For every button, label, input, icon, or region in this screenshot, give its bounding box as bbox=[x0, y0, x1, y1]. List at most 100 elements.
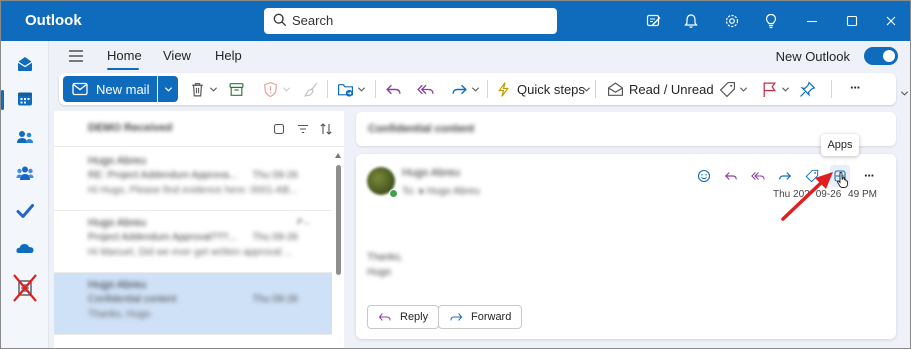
categorize-button[interactable] bbox=[719, 79, 748, 99]
read-unread-button[interactable]: Read / Unread bbox=[607, 79, 714, 99]
search-placeholder: Search bbox=[292, 13, 334, 28]
reply-icon bbox=[378, 313, 391, 321]
folder-title: DEMO Received bbox=[88, 122, 173, 134]
more-label: ··· bbox=[864, 167, 875, 183]
archive-button[interactable] bbox=[228, 79, 245, 99]
smiley-icon bbox=[697, 169, 711, 183]
sort-icon[interactable] bbox=[319, 122, 333, 136]
maximize-icon[interactable] bbox=[842, 11, 862, 31]
hamburger-icon[interactable] bbox=[67, 48, 85, 64]
folder-move-icon bbox=[338, 83, 353, 97]
calendar-icon[interactable] bbox=[13, 87, 37, 111]
shield-icon bbox=[264, 81, 277, 97]
onedrive-icon[interactable] bbox=[13, 236, 37, 260]
flag-icon bbox=[763, 81, 777, 97]
office-app-icon[interactable] bbox=[12, 273, 38, 303]
list-item[interactable]: Hugo Abreu RE: Project Addendum Approva.… bbox=[54, 149, 332, 211]
chevron-down-icon bbox=[164, 87, 173, 92]
close-icon[interactable] bbox=[881, 11, 901, 31]
reply-action-button[interactable] bbox=[722, 167, 740, 185]
reading-sender[interactable]: Hugo Abreu bbox=[402, 167, 460, 179]
reply-all-action-button[interactable] bbox=[749, 167, 767, 185]
new-mail-dropdown[interactable] bbox=[158, 76, 178, 102]
ribbon-separator bbox=[831, 80, 832, 98]
list-item-selected[interactable]: Hugo Abreu Confidential content Thu 09-2… bbox=[54, 273, 332, 335]
read-unread-label: Read / Unread bbox=[629, 81, 714, 97]
reply-button-bottom[interactable]: Reply bbox=[367, 305, 440, 329]
pin-button[interactable] bbox=[799, 79, 816, 99]
scroll-up-icon[interactable] bbox=[335, 153, 341, 158]
message-subject: Project Addendum Approval???... bbox=[88, 232, 237, 243]
mail-icon[interactable] bbox=[13, 52, 37, 76]
toggle-knob bbox=[883, 50, 895, 62]
ribbon-separator bbox=[327, 80, 328, 98]
people-icon[interactable] bbox=[13, 125, 37, 149]
chevron-down-icon bbox=[781, 86, 790, 92]
message-list-header: DEMO Received bbox=[54, 111, 344, 147]
trash-icon bbox=[192, 82, 203, 96]
message-list: DEMO Received Hugo Abreu RE: Project Add… bbox=[54, 111, 344, 348]
reply-icon bbox=[386, 84, 401, 94]
chevron-down-icon bbox=[582, 86, 591, 92]
new-outlook-toggle[interactable] bbox=[864, 47, 898, 65]
message-subject: RE: Project Addendum Approva... bbox=[88, 170, 237, 181]
reply-button[interactable] bbox=[385, 79, 402, 99]
todo-icon[interactable] bbox=[13, 199, 37, 223]
scroll-thumb[interactable] bbox=[336, 165, 341, 275]
message-preview: Hi Hugo, Please find evidence here: 0001… bbox=[88, 185, 298, 196]
more-button[interactable]: ··· bbox=[845, 77, 861, 97]
emoji-react-button[interactable] bbox=[695, 167, 713, 185]
title-bar: Outlook Search bbox=[1, 1, 910, 41]
reading-recipients: To: ● Hugo Abreu bbox=[402, 186, 480, 197]
quick-steps-label: Quick steps bbox=[517, 81, 585, 97]
bell-icon[interactable] bbox=[681, 11, 701, 31]
outlook-window: Outlook Search Home View Help New Outloo… bbox=[0, 0, 911, 349]
sweep-button[interactable] bbox=[303, 79, 320, 99]
tab-view[interactable]: View bbox=[163, 48, 191, 63]
forward-button[interactable] bbox=[451, 79, 480, 99]
message-more-button[interactable]: ··· bbox=[860, 166, 878, 184]
list-item[interactable]: Hugo Abreu P← Project Addendum Approval?… bbox=[54, 211, 332, 273]
new-mail-button[interactable]: New mail bbox=[63, 76, 157, 102]
quick-steps-dropdown[interactable] bbox=[579, 79, 591, 99]
ribbon-separator bbox=[487, 80, 488, 98]
flag-button[interactable] bbox=[761, 79, 790, 99]
reply-all-icon bbox=[417, 84, 434, 94]
message-date: Thu 09-26 bbox=[252, 294, 298, 305]
message-date: Thu 09-26 bbox=[252, 170, 298, 181]
select-icon[interactable] bbox=[272, 122, 286, 136]
ribbon-separator bbox=[595, 80, 596, 98]
minimize-icon[interactable] bbox=[802, 11, 822, 31]
gear-icon[interactable] bbox=[722, 11, 742, 31]
menu-row: Home View Help New Outlook bbox=[49, 41, 910, 71]
lightning-icon bbox=[498, 81, 509, 97]
tab-home[interactable]: Home bbox=[107, 48, 142, 63]
message-flag: P← bbox=[296, 217, 312, 227]
quick-steps-button[interactable]: Quick steps bbox=[495, 79, 585, 99]
forward-button-bottom[interactable]: Forward bbox=[438, 305, 523, 329]
search-box[interactable]: Search bbox=[264, 8, 557, 34]
app-title: Outlook bbox=[25, 12, 82, 29]
message-preview: Thanks, Hugo bbox=[88, 309, 151, 320]
list-scrollbar[interactable] bbox=[335, 149, 342, 348]
chevron-down-icon bbox=[357, 86, 366, 92]
body-line: Hugo bbox=[367, 267, 391, 278]
delete-button[interactable] bbox=[189, 79, 218, 99]
ribbon-expand-chevron-icon[interactable] bbox=[900, 89, 909, 98]
groups-icon[interactable] bbox=[13, 161, 37, 185]
chevron-down-icon bbox=[471, 86, 480, 92]
search-icon bbox=[273, 13, 287, 27]
envelope-open-icon bbox=[608, 81, 623, 96]
compose-icon[interactable] bbox=[644, 11, 664, 31]
move-to-button[interactable] bbox=[337, 79, 366, 99]
report-button[interactable] bbox=[262, 79, 291, 99]
lightbulb-icon[interactable] bbox=[761, 11, 781, 31]
filter-icon[interactable] bbox=[296, 122, 310, 136]
chevron-down-icon bbox=[739, 86, 748, 92]
body-line: Thanks, bbox=[367, 252, 403, 263]
pin-icon bbox=[800, 81, 816, 97]
tab-help[interactable]: Help bbox=[215, 48, 242, 63]
forward-icon bbox=[452, 84, 467, 94]
reply-all-button[interactable] bbox=[417, 79, 434, 99]
hand-cursor-icon bbox=[837, 171, 848, 188]
